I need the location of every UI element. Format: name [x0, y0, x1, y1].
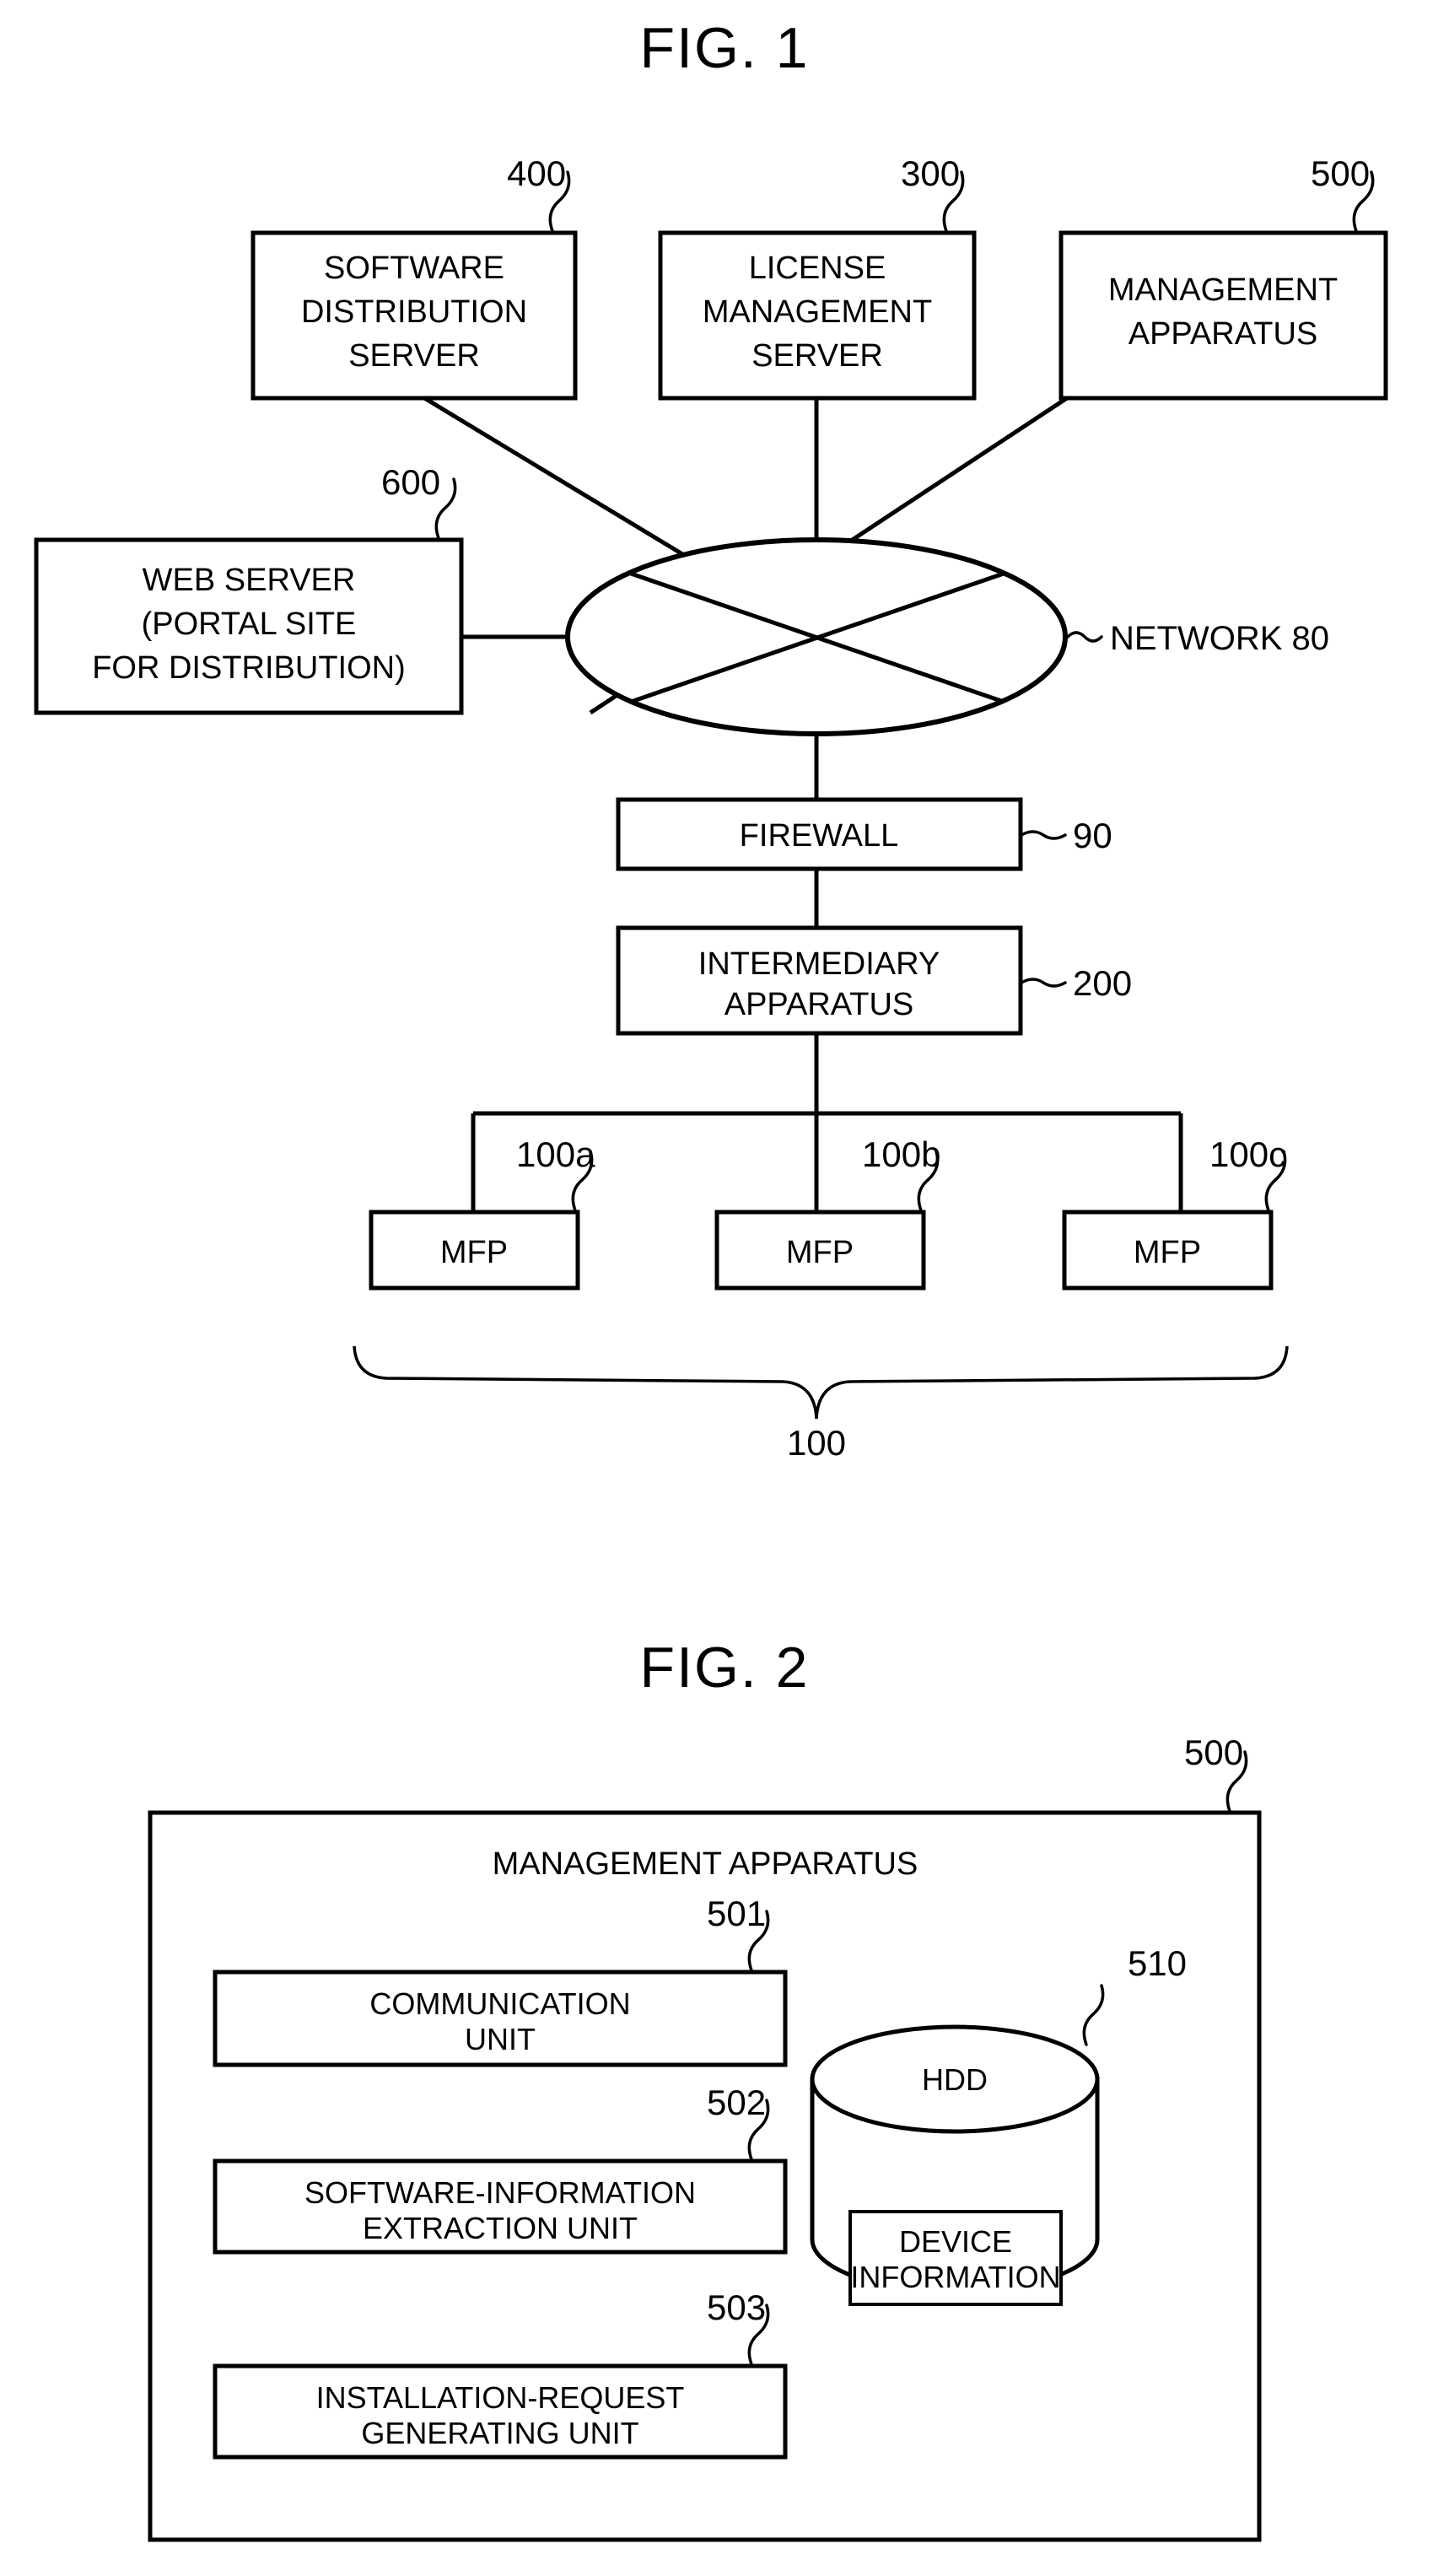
figure-2-title: FIG. 2	[640, 1636, 810, 1700]
ref-510: 510	[1128, 1943, 1187, 1983]
communication-unit-line2: UNIT	[465, 2022, 536, 2056]
software-distribution-server-line1: SOFTWARE	[324, 251, 504, 286]
figure-1: FIG. 1 NETWORK 80 SOFTWARE DISTRIBUTION …	[34, 16, 1388, 1463]
mfp-group-brace	[353, 1345, 1289, 1420]
software-information-extraction-unit-line2: EXTRACTION UNIT	[363, 2211, 638, 2245]
mfp-b-label: MFP	[786, 1235, 854, 1270]
management-apparatus-line1: MANAGEMENT	[1108, 272, 1338, 308]
software-distribution-server-line3: SERVER	[348, 338, 480, 374]
leader-90	[1020, 830, 1067, 840]
hdd-label: HDD	[922, 2062, 988, 2097]
network-label: NETWORK 80	[1110, 620, 1329, 657]
box-management-apparatus	[1058, 230, 1388, 401]
network-label-leader	[1066, 631, 1103, 643]
management-apparatus-fig2-title: MANAGEMENT APPARATUS	[493, 1846, 918, 1882]
installation-request-generating-unit-line1: INSTALLATION-REQUEST	[316, 2380, 685, 2415]
ref-300: 300	[901, 154, 960, 193]
firewall-label: FIREWALL	[740, 818, 899, 854]
web-server-line2: (PORTAL SITE	[142, 606, 357, 642]
web-server-line3: FOR DISTRIBUTION)	[92, 650, 406, 686]
figure-1-title: FIG. 1	[640, 16, 810, 80]
software-information-extraction-unit-line1: SOFTWARE-INFORMATION	[304, 2175, 696, 2210]
ref-500-fig2: 500	[1184, 1733, 1243, 1772]
license-management-server-line2: MANAGEMENT	[703, 294, 932, 330]
installation-request-generating-unit-line2: GENERATING UNIT	[361, 2416, 638, 2450]
device-information-line2: INFORMATION	[850, 2260, 1060, 2294]
web-server-line1: WEB SERVER	[143, 563, 356, 598]
management-apparatus-line2: APPARATUS	[1128, 316, 1318, 352]
figure-2: FIG. 2 MANAGEMENT APPARATUS 500 COMMUNIC…	[148, 1636, 1262, 2542]
device-information-line1: DEVICE	[899, 2224, 1012, 2259]
ref-90: 90	[1073, 816, 1112, 855]
ref-200: 200	[1073, 963, 1132, 1003]
ref-503: 503	[707, 2288, 766, 2327]
license-management-server-line1: LICENSE	[749, 251, 886, 286]
ref-502: 502	[707, 2083, 766, 2122]
ref-400: 400	[507, 154, 566, 193]
ref-100a: 100a	[516, 1134, 595, 1174]
ref-100c: 100c	[1209, 1134, 1286, 1174]
mfp-a-label: MFP	[440, 1235, 508, 1270]
mfp-c-label: MFP	[1134, 1235, 1201, 1270]
ref-501: 501	[707, 1894, 766, 1933]
ref-100-group: 100	[787, 1423, 846, 1463]
ref-600: 600	[381, 462, 440, 502]
software-distribution-server-line2: DISTRIBUTION	[301, 294, 527, 330]
patent-drawing-sheet: FIG. 1 NETWORK 80 SOFTWARE DISTRIBUTION …	[0, 0, 1449, 2576]
intermediary-apparatus-line1: INTERMEDIARY	[698, 946, 940, 982]
license-management-server-line3: SERVER	[751, 338, 883, 374]
communication-unit-line1: COMMUNICATION	[369, 1986, 630, 2021]
leader-200	[1020, 978, 1067, 988]
ref-100b: 100b	[862, 1134, 940, 1174]
ref-500-fig1: 500	[1311, 154, 1370, 193]
intermediary-apparatus-line2: APPARATUS	[724, 987, 914, 1022]
